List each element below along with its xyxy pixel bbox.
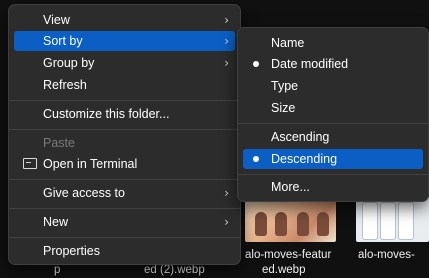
menu-item-label: Sort by: [43, 34, 83, 48]
figure-shape: [297, 212, 309, 236]
menu-item-label: Refresh: [43, 78, 87, 92]
file-label[interactable]: alo-moves-: [358, 249, 415, 261]
menu-item-properties[interactable]: Properties: [14, 241, 235, 261]
sort-option-size[interactable]: Size: [243, 98, 423, 118]
menu-item-label: Paste: [43, 136, 75, 150]
file-label[interactable]: ed (2).webp: [144, 264, 205, 276]
menu-item-new[interactable]: New ›: [14, 212, 235, 232]
menu-item-label: Properties: [43, 244, 100, 258]
file-label[interactable]: alo-moves-featur: [245, 249, 331, 261]
sort-option-more[interactable]: More...: [243, 177, 423, 197]
menu-separator: [9, 208, 240, 209]
bullet-dot-icon: [253, 156, 259, 162]
context-menu: View › Sort by › Group by › Refresh Cust…: [8, 4, 241, 265]
sort-option-type[interactable]: Type: [243, 76, 423, 96]
menu-item-label: Give access to: [43, 186, 125, 200]
menu-item-view[interactable]: View ›: [14, 10, 235, 30]
sort-option-date-modified[interactable]: Date modified: [243, 54, 423, 74]
chevron-right-icon: ›: [224, 215, 229, 229]
phone-shape: [398, 202, 414, 240]
menu-item-paste: Paste: [14, 133, 235, 153]
file-thumbnail-alo-moves-featured[interactable]: [245, 196, 336, 242]
menu-separator: [9, 100, 240, 101]
phone-shape: [362, 202, 378, 240]
menu-item-label: Descending: [271, 152, 338, 166]
menu-item-label: Customize this folder...: [43, 107, 170, 121]
menu-item-customize-folder[interactable]: Customize this folder...: [14, 104, 235, 124]
figure-shape: [275, 212, 287, 236]
menu-separator: [238, 174, 428, 175]
menu-item-label: Open in Terminal: [43, 157, 138, 171]
sort-option-descending[interactable]: Descending: [243, 149, 423, 169]
chevron-right-icon: ›: [224, 186, 229, 200]
menu-item-label: Type: [271, 79, 299, 93]
file-thumbnail-alo-moves[interactable]: [356, 196, 429, 242]
menu-item-refresh[interactable]: Refresh: [14, 75, 235, 95]
sort-option-name[interactable]: Name: [243, 33, 423, 53]
menu-item-label: View: [43, 13, 70, 27]
menu-item-label: More...: [271, 180, 310, 194]
terminal-icon: [23, 158, 37, 169]
menu-item-group-by[interactable]: Group by ›: [14, 53, 235, 73]
sort-option-ascending[interactable]: Ascending: [243, 127, 423, 147]
chevron-right-icon: ›: [224, 56, 229, 70]
sort-by-submenu: Name Date modified Type Size Ascending D…: [237, 27, 429, 202]
menu-separator: [9, 237, 240, 238]
menu-item-label: Name: [271, 36, 305, 50]
menu-separator: [9, 129, 240, 130]
menu-item-label: New: [43, 215, 69, 229]
figure-shape: [317, 212, 329, 236]
phone-shape: [380, 202, 396, 240]
file-label[interactable]: p: [54, 264, 60, 276]
menu-item-label: Ascending: [271, 130, 330, 144]
menu-item-label: Group by: [43, 56, 95, 70]
chevron-right-icon: ›: [224, 34, 229, 48]
menu-item-open-in-terminal[interactable]: Open in Terminal: [14, 154, 235, 174]
file-label[interactable]: ed.webp: [262, 264, 305, 276]
menu-item-label: Size: [271, 101, 296, 115]
bullet-dot-icon: [253, 61, 259, 67]
menu-item-sort-by[interactable]: Sort by ›: [14, 31, 235, 51]
menu-separator: [238, 123, 428, 124]
menu-separator: [9, 179, 240, 180]
menu-item-label: Date modified: [271, 57, 349, 71]
menu-item-give-access-to[interactable]: Give access to ›: [14, 183, 235, 203]
figure-shape: [255, 212, 267, 236]
chevron-right-icon: ›: [224, 13, 229, 27]
